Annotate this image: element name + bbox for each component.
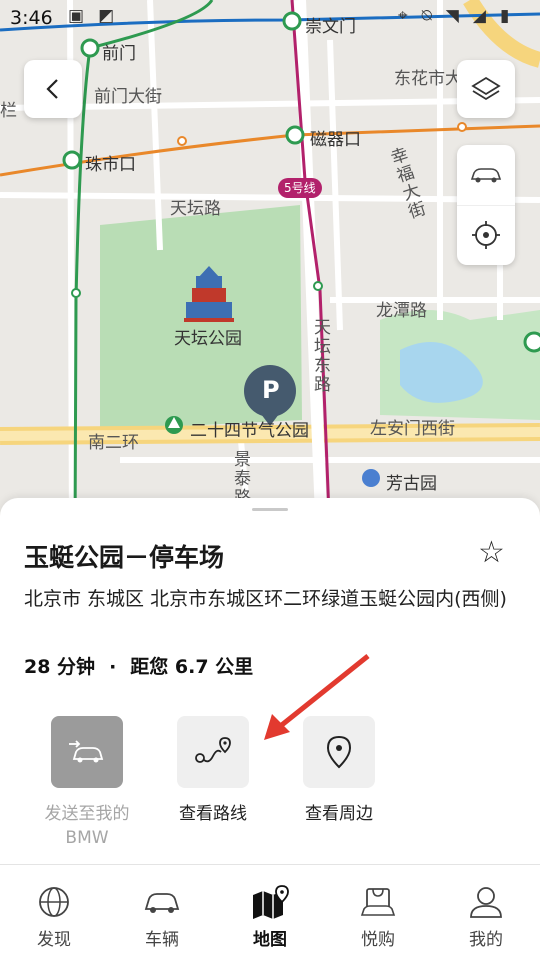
map-label-tiantan-donglu: 天坛东路 — [310, 318, 330, 394]
eta-time: 28 分钟 — [24, 656, 96, 678]
map-label-tiantan-lu: 天坛路 — [170, 199, 221, 219]
nav-discover-label: 发现 — [37, 930, 71, 950]
nav-vehicle-label: 车辆 — [145, 930, 179, 950]
bottom-navigation: 发现 车辆 地图 悦购 我的 — [0, 864, 540, 961]
map-label-ershisi: 二十四节气公园 — [190, 421, 309, 441]
crosshair-icon — [472, 221, 500, 250]
nav-profile[interactable]: 我的 — [432, 865, 540, 961]
mute-icon: ⍉ — [421, 6, 432, 26]
send-to-car-icon — [51, 716, 123, 788]
parking-marker-label[interactable]: P — [262, 376, 280, 404]
map-label-dongzhimen: 东花市大 — [394, 69, 462, 89]
person-icon — [470, 887, 502, 918]
place-title: 玉蜓公园－停车场 — [24, 543, 225, 572]
view-route-label: 查看路线 — [179, 804, 247, 824]
metro-line5-badge: 5号线 — [284, 181, 316, 195]
place-eta: 28 分钟 · 距您 6.7 公里 — [24, 652, 253, 679]
wifi-icon: ◥ — [445, 6, 459, 26]
map-tools-group — [457, 145, 515, 265]
sheet-drag-handle[interactable] — [252, 508, 288, 511]
chevron-left-icon — [46, 79, 58, 99]
globe-icon — [39, 887, 69, 917]
car-location-button[interactable] — [457, 145, 515, 206]
layers-icon — [471, 76, 501, 101]
status-time: 3:46 — [10, 7, 53, 29]
eta-distance: 距您 6.7 公里 — [130, 656, 254, 678]
signal-icon: ◢ — [472, 6, 486, 26]
layers-button[interactable] — [457, 60, 515, 118]
status-bar: 3:46 ▣ ◩ ⌖ ⍉ ◥ ◢ ▮ — [0, 0, 540, 38]
map-label-zhushikou: 珠市口 — [85, 155, 136, 175]
nav-shop[interactable]: 悦购 — [324, 865, 432, 961]
shopping-bag-icon — [360, 888, 396, 916]
view-nearby-label: 查看周边 — [305, 804, 373, 824]
nav-map-label: 地图 — [253, 930, 287, 950]
status-left-icons: ▣ ◩ — [68, 6, 114, 26]
location-icon: ⌖ — [398, 6, 408, 26]
map-label-fanggu-yuan: 芳古园 — [386, 474, 437, 494]
map-label-longtan-lu: 龙潭路 — [376, 301, 427, 321]
map-label-tiantan-park: 天坛公园 — [174, 329, 242, 349]
place-detail-sheet: 玉蜓公园－停车场 ☆ 北京市 东城区 北京市东城区环二环绿道玉蜓公园内(西侧) … — [0, 498, 540, 864]
eta-separator: · — [109, 656, 117, 678]
map-icon — [253, 885, 289, 919]
annotation-arrow — [264, 654, 370, 740]
map-label-left: 栏 — [0, 101, 17, 121]
battery-icon: ▮ — [499, 6, 510, 26]
status-right-icons: ⌖ ⍉ ◥ ◢ ▮ — [398, 6, 509, 26]
favorite-star-icon[interactable]: ☆ — [478, 538, 505, 568]
back-button[interactable] — [24, 60, 82, 118]
send-to-bmw-button[interactable]: 发送至我的 BMW — [32, 716, 142, 850]
place-address: 北京市 东城区 北京市东城区环二环绿道玉蜓公园内(西侧) — [24, 588, 507, 610]
car-icon — [470, 167, 502, 183]
car-icon — [144, 893, 180, 913]
map-label-zuoanmen: 左安门西街 — [370, 419, 455, 439]
map-label-qianmen-dajie: 前门大街 — [94, 87, 162, 107]
route-icon — [177, 716, 249, 788]
nav-profile-label: 我的 — [469, 930, 503, 950]
map-label-ciqikou: 磁器口 — [310, 130, 361, 150]
send-to-bmw-label: 发送至我的 BMW — [44, 804, 130, 848]
gallery-icon: ▣ — [68, 6, 85, 26]
nav-discover[interactable]: 发现 — [0, 865, 108, 961]
nav-map[interactable]: 地图 — [216, 865, 324, 961]
map-label-nanerhuan: 南二环 — [88, 433, 139, 453]
nav-shop-label: 悦购 — [361, 930, 395, 950]
app-notification-icon: ◩ — [98, 6, 115, 26]
map-label-qianmen: 前门 — [102, 44, 136, 64]
locate-me-button[interactable] — [457, 206, 515, 266]
nav-vehicle[interactable]: 车辆 — [108, 865, 216, 961]
